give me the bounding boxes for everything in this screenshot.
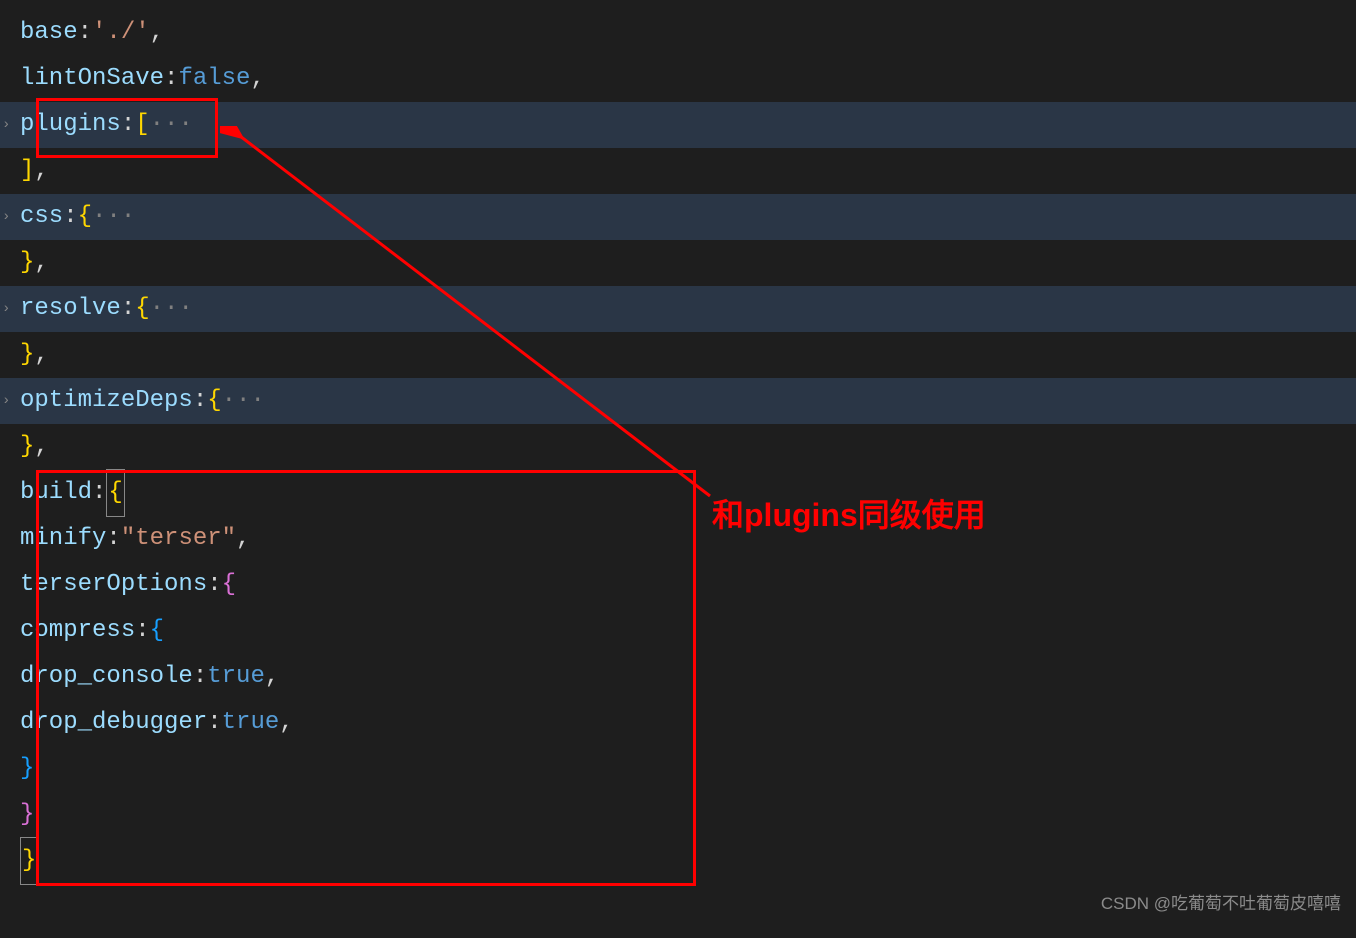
- code-line[interactable]: drop_debugger: true,: [0, 700, 1356, 746]
- brace: }: [20, 792, 34, 838]
- property: base: [20, 10, 78, 56]
- keyword: true: [222, 700, 280, 746]
- colon: :: [135, 608, 149, 654]
- comma: ,: [150, 10, 164, 56]
- code-line-folded[interactable]: › optimizeDeps: {···: [0, 378, 1356, 424]
- code-line[interactable]: build: {: [0, 470, 1356, 516]
- colon: :: [106, 516, 120, 562]
- code-line-folded[interactable]: › css: {···: [0, 194, 1356, 240]
- code-line[interactable]: },: [0, 240, 1356, 286]
- fold-ellipsis-icon[interactable]: ···: [92, 194, 135, 240]
- brace: {: [222, 562, 236, 608]
- comma: ,: [265, 654, 279, 700]
- fold-arrow-icon[interactable]: ›: [2, 388, 10, 415]
- fold-arrow-icon[interactable]: ›: [2, 204, 10, 231]
- colon: :: [92, 470, 106, 516]
- code-line[interactable]: }: [0, 746, 1356, 792]
- fold-ellipsis-icon[interactable]: ···: [150, 286, 193, 332]
- property: compress: [20, 608, 135, 654]
- brace: {: [135, 286, 149, 332]
- fold-ellipsis-icon[interactable]: ···: [150, 102, 193, 148]
- comma: ,: [34, 148, 48, 194]
- property: terserOptions: [20, 562, 207, 608]
- property: css: [20, 194, 63, 240]
- comma: ,: [250, 56, 264, 102]
- code-line[interactable]: },: [0, 332, 1356, 378]
- property: lintOnSave: [20, 56, 164, 102]
- comma: ,: [279, 700, 293, 746]
- brace: }: [20, 240, 34, 286]
- code-line[interactable]: ],: [0, 148, 1356, 194]
- comma: ,: [236, 516, 250, 562]
- property: resolve: [20, 286, 121, 332]
- fold-arrow-icon[interactable]: ›: [2, 296, 10, 323]
- comma: ,: [34, 424, 48, 470]
- property: drop_console: [20, 654, 193, 700]
- colon: :: [78, 10, 92, 56]
- property: optimizeDeps: [20, 378, 193, 424]
- keyword: false: [178, 56, 250, 102]
- code-line[interactable]: terserOptions:{: [0, 562, 1356, 608]
- colon: :: [193, 378, 207, 424]
- bracket: ]: [20, 148, 34, 194]
- keyword: true: [207, 654, 265, 700]
- code-editor[interactable]: base: './', lintOnSave: false, › plugins…: [0, 0, 1356, 884]
- fold-arrow-icon[interactable]: ›: [2, 112, 10, 139]
- property: build: [20, 470, 92, 516]
- code-line[interactable]: base: './',: [0, 10, 1356, 56]
- string-value: './': [92, 10, 150, 56]
- brace: {: [207, 378, 221, 424]
- code-line[interactable]: }: [0, 838, 1356, 884]
- code-line[interactable]: },: [0, 424, 1356, 470]
- brace: }: [20, 424, 34, 470]
- colon: :: [121, 102, 135, 148]
- code-line[interactable]: }: [0, 792, 1356, 838]
- code-line-folded[interactable]: › plugins: [···: [0, 102, 1356, 148]
- brace: }: [20, 746, 34, 792]
- colon: :: [63, 194, 77, 240]
- code-line[interactable]: lintOnSave: false,: [0, 56, 1356, 102]
- brace: }: [20, 837, 38, 885]
- code-line[interactable]: compress:{: [0, 608, 1356, 654]
- property: plugins: [20, 102, 121, 148]
- fold-ellipsis-icon[interactable]: ···: [222, 378, 265, 424]
- colon: :: [164, 56, 178, 102]
- colon: :: [207, 700, 221, 746]
- colon: :: [193, 654, 207, 700]
- annotation-label: 和plugins同级使用: [712, 485, 986, 546]
- property: minify: [20, 516, 106, 562]
- string-value: "terser": [121, 516, 236, 562]
- watermark-text: CSDN @吃葡萄不吐葡萄皮嘻嘻: [1101, 888, 1341, 920]
- code-line[interactable]: minify: "terser",: [0, 516, 1356, 562]
- brace: {: [150, 608, 164, 654]
- colon: :: [121, 286, 135, 332]
- code-line[interactable]: drop_console: true,: [0, 654, 1356, 700]
- colon: :: [207, 562, 221, 608]
- comma: ,: [34, 240, 48, 286]
- brace: }: [20, 332, 34, 378]
- brace: {: [106, 469, 124, 517]
- brace: {: [78, 194, 92, 240]
- property: drop_debugger: [20, 700, 207, 746]
- bracket: [: [135, 102, 149, 148]
- comma: ,: [34, 332, 48, 378]
- code-line-folded[interactable]: › resolve: {···: [0, 286, 1356, 332]
